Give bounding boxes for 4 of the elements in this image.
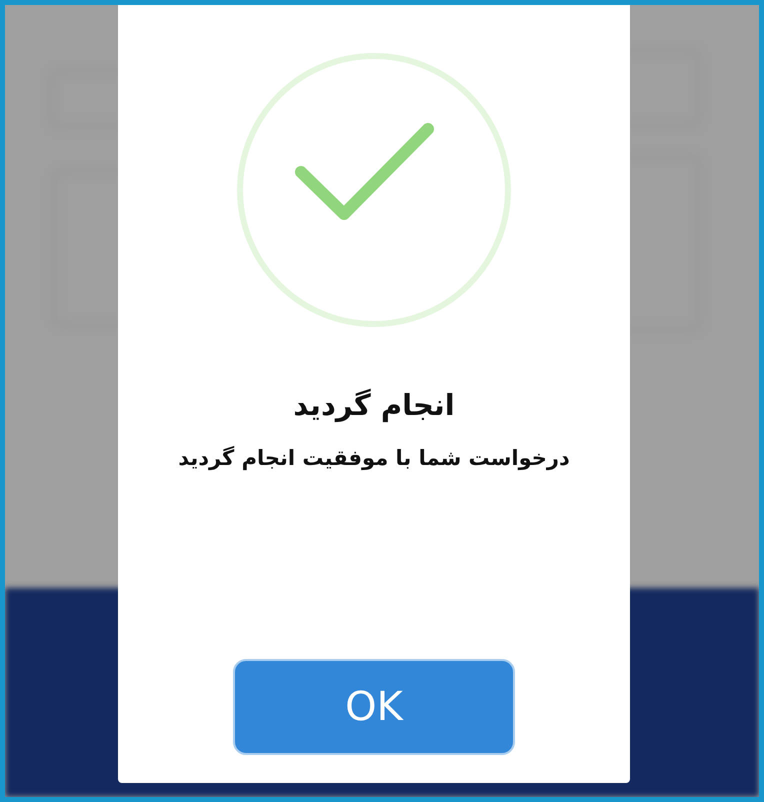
success-check-icon	[234, 50, 514, 330]
dialog-title: انجام گردید	[293, 388, 455, 422]
ok-button[interactable]: OK	[233, 659, 515, 755]
dialog-message: درخواست شما با موفقیت انجام گردید	[178, 446, 570, 470]
